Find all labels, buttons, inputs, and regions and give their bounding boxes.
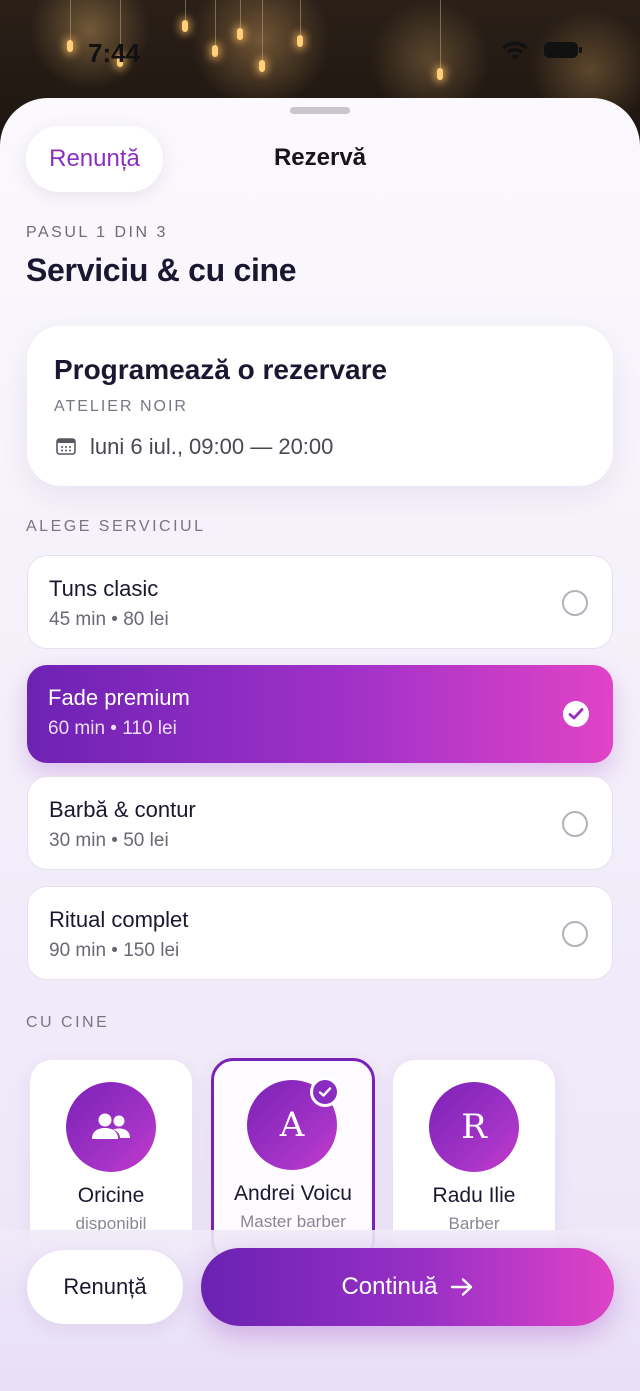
status-time: 7:44 [88, 38, 141, 68]
service-meta: 45 min • 80 lei [49, 609, 169, 630]
booking-date-range: luni 6 iul., 09:00 — 20:00 [90, 434, 334, 459]
service-name: Barbă & contur [49, 797, 196, 822]
booking-sheet: Renunță Rezervă PASUL 1 DIN 3 Serviciu &… [0, 98, 640, 1391]
service-name: Tuns clasic [49, 576, 159, 601]
page-title: Serviciu & cu cine [26, 252, 297, 288]
wifi-icon [502, 41, 528, 60]
status-bar: 7:44 [0, 30, 640, 70]
step-indicator: PASUL 1 DIN 3 [26, 224, 168, 241]
service-option[interactable]: Ritual complet 90 min • 150 lei [27, 886, 613, 980]
staff-section-label: CU CINE [26, 1014, 110, 1031]
bottom-action-bar: Renunță Continuă [0, 1230, 640, 1391]
service-option-selected[interactable]: Fade premium 60 min • 110 lei [27, 665, 613, 763]
staff-initial: A [279, 1105, 305, 1145]
cancel-button[interactable]: Renunță [27, 1250, 183, 1324]
battery-icon [544, 42, 582, 58]
continue-label: Continuă [341, 1273, 438, 1300]
calendar-icon [56, 438, 76, 455]
service-name: Ritual complet [49, 907, 189, 932]
staff-name: Andrei Voicu [234, 1182, 352, 1205]
sheet-grabber[interactable] [290, 107, 350, 114]
services-section-label: ALEGE SERVICIUL [26, 518, 206, 535]
radio-button[interactable] [562, 811, 588, 837]
staff-name: Oricine [77, 1184, 145, 1207]
arrow-right-icon [450, 1278, 472, 1296]
staff-avatar: R [429, 1082, 519, 1172]
service-name: Fade premium [48, 685, 190, 710]
booking-title: Programează o rezervare [54, 354, 388, 385]
service-meta: 90 min • 150 lei [49, 940, 180, 961]
staff-role: Master barber [240, 1212, 346, 1231]
service-meta: 60 min • 110 lei [48, 718, 177, 739]
service-option[interactable]: Barbă & contur 30 min • 50 lei [27, 776, 613, 870]
service-option[interactable]: Tuns clasic 45 min • 80 lei [27, 555, 613, 649]
staff-initial: R [461, 1107, 487, 1147]
booking-info-card: Programează o rezervare ATELIER NOIR lun… [27, 326, 613, 486]
people-icon [92, 1113, 130, 1139]
staff-avatar [66, 1082, 156, 1172]
radio-checked-icon[interactable] [563, 701, 589, 727]
checkmark-icon [568, 708, 584, 720]
selected-check-icon [310, 1077, 340, 1107]
radio-button[interactable] [562, 921, 588, 947]
venue-name: ATELIER NOIR [54, 398, 188, 415]
service-meta: 30 min • 50 lei [49, 830, 169, 851]
staff-name: Radu Ilie [432, 1184, 516, 1207]
radio-button[interactable] [562, 590, 588, 616]
sheet-title: Rezervă [273, 144, 367, 171]
staff-avatar: A [247, 1077, 340, 1170]
continue-button[interactable]: Continuă [201, 1248, 614, 1326]
